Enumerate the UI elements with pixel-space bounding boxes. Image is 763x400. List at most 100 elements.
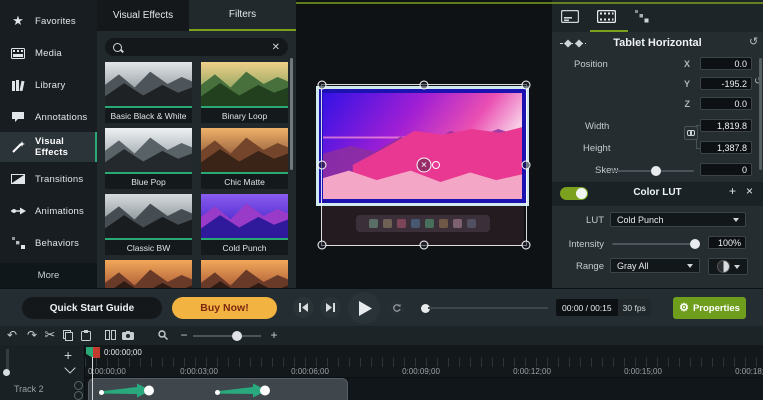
range-swatch-button[interactable] [708, 258, 748, 275]
timeline-clip[interactable] [88, 378, 348, 400]
effect-name: Basic Black & White [105, 108, 192, 123]
split-icon[interactable] [102, 327, 118, 343]
collapse-tracks-icon[interactable] [64, 362, 75, 373]
track-height-slider-thumb[interactable] [3, 369, 10, 376]
link-dimensions-icon[interactable] [684, 126, 698, 140]
effect-thumbnail[interactable]: Binary Loop [201, 62, 288, 123]
sidebar-item-annotations[interactable]: Annotations [0, 102, 97, 132]
tab-filters[interactable]: Filters [189, 0, 296, 31]
track-lock-icon[interactable] [74, 391, 83, 400]
reset-all-icon[interactable]: ↺ [749, 37, 758, 48]
scrubber-track[interactable] [428, 307, 548, 309]
search-input[interactable] [128, 41, 272, 53]
effect-thumbnail[interactable]: Chic Matte [201, 128, 288, 189]
skew-slider-thumb[interactable] [651, 166, 661, 176]
effect-thumbnail[interactable]: Cold Punch [201, 194, 288, 255]
playhead-line[interactable] [92, 357, 93, 400]
timeline-zoom-slider-thumb[interactable] [232, 331, 242, 341]
properties-button[interactable]: ⚙ Properties [673, 297, 746, 319]
animation-arrow[interactable] [215, 382, 285, 398]
rotation-center-handle[interactable]: ✕ [417, 158, 432, 173]
intensity-slider-thumb[interactable] [690, 239, 700, 249]
time-display: 00:00 / 00:15 30 fps [556, 299, 651, 316]
tab-clip-properties[interactable] [592, 6, 620, 26]
zoom-out-icon[interactable]: − [176, 327, 192, 343]
paste-icon[interactable] [78, 327, 94, 343]
sidebar-item-library[interactable]: Library [0, 70, 97, 100]
intensity-slider-track[interactable] [612, 243, 700, 245]
position-z-input[interactable]: 0.0 [700, 97, 752, 110]
fps-display[interactable]: 30 fps [618, 299, 651, 316]
intensity-input[interactable]: 100% [708, 236, 746, 249]
effects-search[interactable]: ✕ [105, 38, 288, 56]
play-button[interactable] [348, 292, 380, 324]
resize-handle-top[interactable] [420, 81, 429, 90]
buy-now-button[interactable]: Buy Now! [172, 297, 277, 319]
position-x-input[interactable]: 0.0 [700, 57, 752, 70]
skew-input[interactable]: 0 [700, 163, 752, 176]
lut-dropdown[interactable]: Cold Punch [610, 212, 746, 227]
width-input[interactable]: 1,819.8 [700, 119, 752, 132]
properties-scrollbar[interactable] [759, 58, 762, 170]
timeline-ruler[interactable] [85, 358, 763, 367]
effect-thumbnail[interactable]: Classic BW [105, 194, 192, 255]
close-lut-icon[interactable]: × [746, 185, 753, 197]
range-dropdown[interactable]: Gray All [610, 258, 700, 273]
sidebar-item-animations[interactable]: Animations [0, 196, 97, 226]
height-input[interactable]: 1,387.8 [700, 141, 752, 154]
tab-visual-effects[interactable]: Visual Effects [97, 0, 189, 31]
behaviors-icon [10, 236, 26, 250]
add-track-button[interactable]: + [64, 347, 72, 363]
range-label: Range [562, 261, 604, 272]
position-y-input[interactable]: -195.2 [700, 77, 752, 90]
resize-handle-left[interactable] [318, 161, 327, 170]
resize-handle-bottom[interactable] [420, 241, 429, 250]
effect-thumbnail[interactable] [105, 260, 192, 288]
rotation-grip-handle[interactable] [432, 161, 440, 169]
resize-handle-bottom-left[interactable] [318, 241, 327, 250]
selection-bounding-box[interactable]: ✕ [321, 84, 527, 246]
clear-search-icon[interactable]: ✕ [272, 42, 280, 53]
sidebar-item-visual-effects[interactable]: Visual Effects [0, 132, 97, 162]
undo-icon[interactable]: ↶ [4, 327, 20, 343]
sidebar-item-label: Favorites [35, 16, 76, 27]
track-visibility-icon[interactable] [74, 381, 83, 390]
zoom-search-icon[interactable] [155, 327, 171, 343]
lut-label: LUT [572, 215, 604, 226]
add-lut-icon[interactable]: + [729, 185, 736, 197]
record-camera-icon[interactable] [120, 327, 136, 343]
playhead-out-flag[interactable] [93, 347, 100, 358]
timeline-zoom-slider-track[interactable] [193, 335, 261, 337]
sidebar-item-media[interactable]: Media [0, 38, 97, 68]
redo-icon[interactable]: ↷ [24, 327, 40, 343]
sidebar-item-transitions[interactable]: Transitions [0, 164, 97, 194]
resize-handle-top-right[interactable] [522, 81, 531, 90]
copy-icon[interactable] [60, 327, 76, 343]
effect-thumbnail[interactable] [201, 260, 288, 288]
effect-thumbnail[interactable]: Basic Black & White [105, 62, 192, 123]
workspace-accent-line [296, 2, 763, 4]
search-icon [113, 43, 122, 52]
resize-handle-bottom-right[interactable] [522, 241, 531, 250]
step-forward-button[interactable] [320, 297, 341, 318]
loop-button[interactable] [388, 300, 404, 316]
zoom-in-icon[interactable]: + [266, 327, 282, 343]
resize-handle-top-left[interactable] [318, 81, 327, 90]
tab-behaviors-properties[interactable] [628, 6, 656, 26]
animation-arrow[interactable] [99, 382, 169, 398]
track-height-slider-track[interactable] [6, 349, 9, 371]
effect-thumbnail[interactable]: Blue Pop [105, 128, 192, 189]
gear-icon: ⚙ [679, 303, 689, 314]
sidebar-more-button[interactable]: More [0, 263, 97, 288]
range-value: Gray All [617, 261, 649, 271]
effects-scrollbar[interactable] [290, 58, 293, 170]
step-back-button[interactable] [293, 297, 314, 318]
sidebar-item-behaviors[interactable]: Behaviors [0, 228, 97, 258]
tab-media-properties[interactable] [556, 6, 584, 26]
properties-panel: Tablet Horizontal ↺ Position X 0.0 Y -19… [552, 0, 763, 288]
current-time: 00:00 / 00:15 [556, 299, 618, 316]
quick-start-guide-button[interactable]: Quick Start Guide [22, 297, 162, 319]
sidebar-item-favorites[interactable]: ★ Favorites [0, 6, 97, 36]
cut-icon[interactable]: ✂ [42, 327, 58, 343]
resize-handle-right[interactable] [522, 161, 531, 170]
